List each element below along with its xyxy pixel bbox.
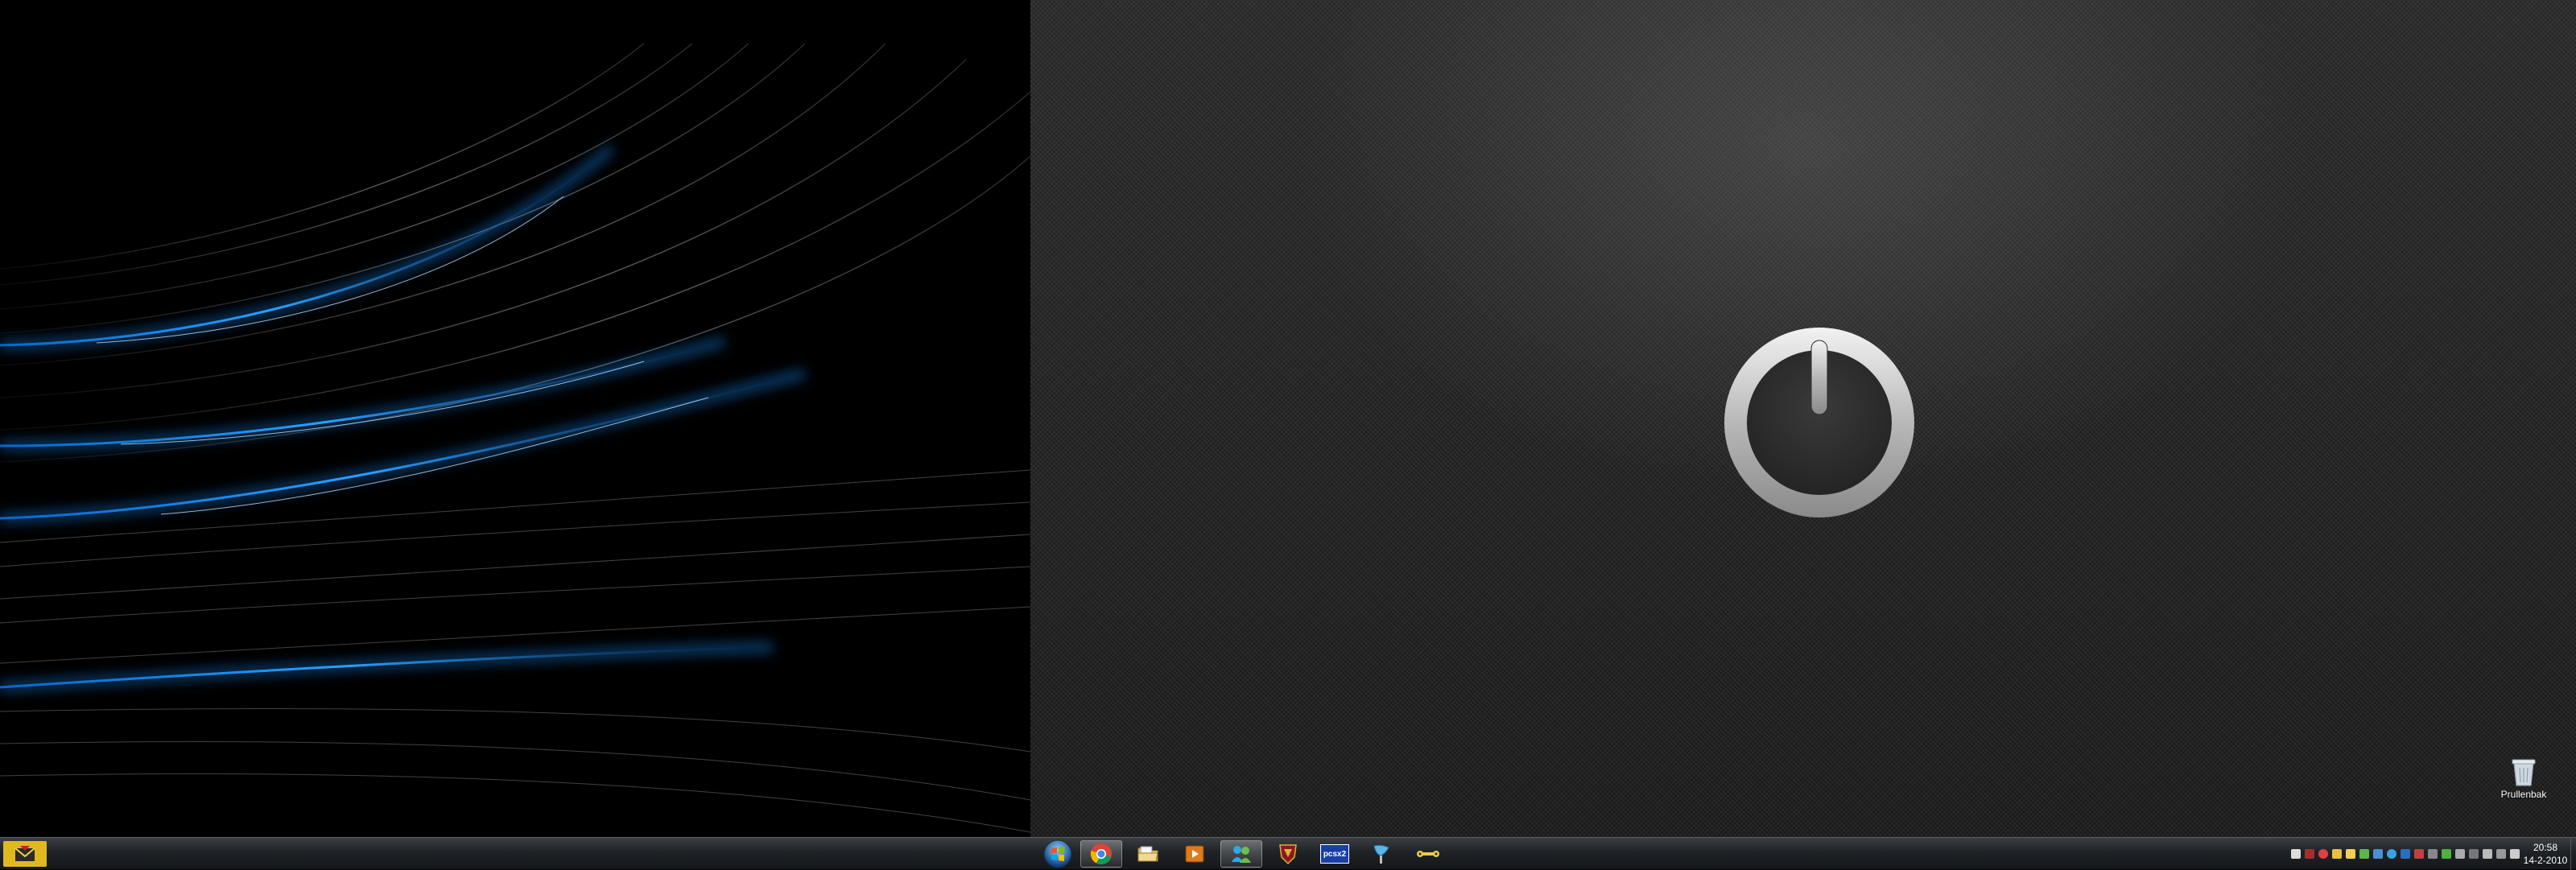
shield-game-icon	[1279, 844, 1297, 865]
taskbar-game-button[interactable]	[1267, 840, 1309, 868]
recycle-bin-shortcut[interactable]: Prullenbak	[2483, 757, 2564, 800]
signal-icon[interactable]	[2469, 849, 2479, 859]
abstract-light-streaks-wallpaper	[0, 43, 1030, 837]
right-monitor-desktop: Prullenbak	[1030, 0, 2576, 869]
game-tray-icon[interactable]	[2305, 849, 2314, 859]
system-tray	[2291, 838, 2520, 870]
keyboard-language-icon[interactable]	[2291, 849, 2301, 859]
action-center-flag-icon[interactable]	[2510, 849, 2520, 859]
taskbar-pcsx-button[interactable]: pcsx2	[1314, 840, 1356, 868]
taskbar-messenger-button[interactable]	[1220, 840, 1262, 868]
messenger-tray-icon[interactable]	[2359, 849, 2369, 859]
recycle-bin-icon	[2512, 759, 2536, 786]
power-symbol-wallpaper-logo	[1724, 328, 1914, 517]
clock-date: 14-2-2010	[2523, 855, 2568, 866]
taskbar-explorer-button[interactable]	[1127, 840, 1169, 868]
paint-brush-icon	[1373, 844, 1389, 864]
taskbar-clock[interactable]: 20:58 14-2-2010	[2521, 841, 2570, 867]
antivirus-icon[interactable]	[2318, 849, 2328, 859]
messenger-icon	[1232, 846, 1251, 863]
chrome-icon	[1090, 843, 1112, 864]
tools-tray-icon[interactable]	[2428, 849, 2438, 859]
power-options-icon[interactable]	[2455, 849, 2465, 859]
bluetooth-icon[interactable]	[2401, 849, 2410, 859]
network-icon[interactable]	[2496, 849, 2506, 859]
volume-icon[interactable]	[2483, 849, 2492, 859]
wrench-tool-icon	[1417, 851, 1439, 857]
taskbar-chrome-button[interactable]	[1080, 840, 1122, 868]
mail-envelope-icon	[14, 846, 35, 861]
left-taskbar	[0, 837, 1030, 869]
start-button[interactable]	[1035, 839, 1080, 869]
media-player-icon	[1185, 845, 1204, 863]
info-icon[interactable]	[2387, 849, 2396, 859]
pcsx-icon-text: pcsx2	[1323, 849, 1347, 859]
pcsx-emulator-icon: pcsx2	[1320, 844, 1349, 864]
recycle-bin-label: Prullenbak	[2500, 789, 2547, 800]
clock-time: 20:58	[2533, 842, 2558, 853]
network-manager-icon[interactable]	[2373, 849, 2383, 859]
show-desktop-button[interactable]	[2570, 838, 2576, 870]
taskbar-tool-button[interactable]	[1407, 840, 1449, 868]
app-tray-icon[interactable]	[2332, 849, 2342, 859]
left-monitor-desktop	[0, 0, 1030, 869]
sync-icon[interactable]	[2442, 849, 2451, 859]
right-taskbar: pcsx2 20:58 14-2-2010	[1030, 837, 2576, 870]
taskbar-paint-button[interactable]	[1360, 840, 1402, 868]
folder-icon	[1137, 846, 1158, 862]
left-taskbar-app-button[interactable]	[3, 841, 47, 867]
windows-orb-icon	[1043, 839, 1072, 868]
update-icon[interactable]	[2414, 849, 2424, 859]
taskbar-media-player-button[interactable]	[1174, 840, 1216, 868]
mail-tray-icon[interactable]	[2346, 849, 2355, 859]
